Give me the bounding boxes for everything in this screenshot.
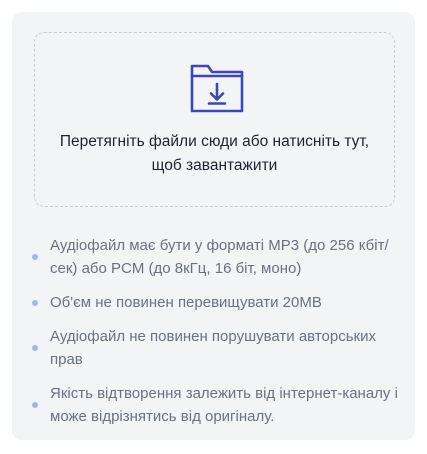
download-folder-icon	[190, 64, 244, 113]
rule-text: Об'єм не повинен перевищувати 20MB	[50, 294, 322, 311]
bullet-dot-icon	[32, 299, 38, 306]
list-item: Об'єм не повинен перевищувати 20MB	[32, 291, 402, 314]
list-item: Якість відтворення залежить від інтернет…	[32, 382, 402, 428]
bullet-dot-icon	[32, 345, 38, 351]
upload-panel: Перетягніть файли сюди або натисніть тут…	[12, 12, 415, 440]
file-dropzone[interactable]: Перетягніть файли сюди або натисніть тут…	[34, 32, 395, 207]
upload-requirements-list: Аудіофайл має бути у форматі MP3 (до 256…	[32, 234, 402, 428]
dropzone-instruction: Перетягніть файли сюди або натисніть тут…	[59, 133, 370, 174]
rule-text: Аудіофайл не повинен порушувати авторськ…	[50, 328, 376, 368]
bullet-dot-icon	[32, 254, 38, 260]
list-item: Аудіофайл має бути у форматі MP3 (до 256…	[32, 234, 402, 280]
rule-text: Аудіофайл має бути у форматі MP3 (до 256…	[50, 237, 389, 277]
rule-text: Якість відтворення залежить від інтернет…	[50, 385, 398, 425]
bullet-dot-icon	[32, 402, 38, 408]
list-item: Аудіофайл не повинен порушувати авторськ…	[32, 325, 402, 371]
